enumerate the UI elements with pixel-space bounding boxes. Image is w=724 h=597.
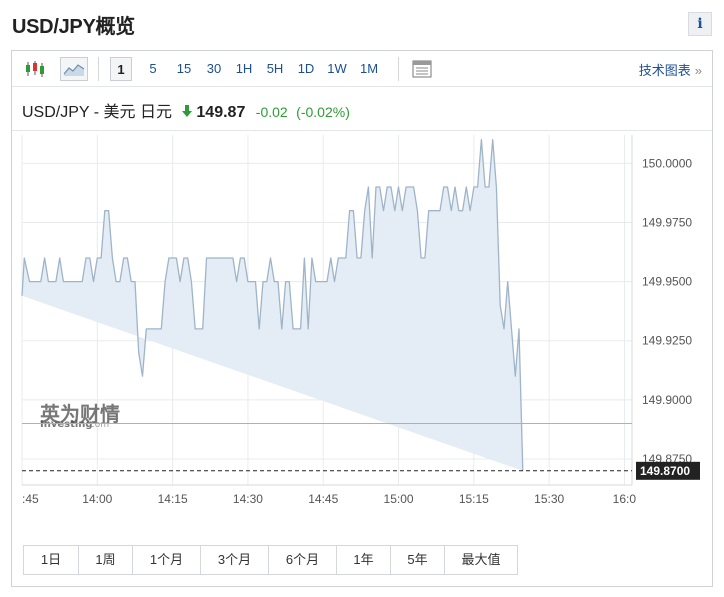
range-6m[interactable]: 6个月 [269, 546, 337, 574]
range-3m[interactable]: 3个月 [201, 546, 269, 574]
x-tick-label: 16:0 [613, 492, 637, 506]
price-chart[interactable]: 英为财情 Investing .com 150.0000 149.9750 149.… [12, 51, 712, 541]
range-1y[interactable]: 1年 [337, 546, 391, 574]
watermark-brand-en: Investing [40, 419, 93, 430]
range-1d[interactable]: 1日 [24, 546, 79, 574]
y-tick-label: 149.9500 [642, 275, 692, 289]
range-max[interactable]: 最大值 [445, 546, 517, 574]
chart-widget: 1 5 15 30 1H 5H 1D 1W 1M 技术图表» USD/JPY -… [11, 50, 713, 587]
x-tick-label: 15:30 [534, 492, 564, 506]
y-tick-label: 149.9750 [642, 216, 692, 230]
x-tick-label: :45 [22, 492, 39, 506]
x-tick-label: 15:00 [384, 492, 414, 506]
watermark-brand-suffix: .com [87, 420, 109, 430]
range-1w[interactable]: 1周 [79, 546, 133, 574]
info-button[interactable]: i [688, 12, 712, 36]
y-tick-label: 150.0000 [642, 156, 692, 170]
range-5y[interactable]: 5年 [391, 546, 445, 574]
current-price-label: 149.8700 [640, 464, 690, 478]
y-tick-label: 149.9250 [642, 334, 692, 348]
x-tick-label: 14:45 [308, 492, 338, 506]
page-title: USD/JPY概览 [12, 16, 135, 38]
x-tick-label: 14:00 [82, 492, 112, 506]
x-tick-label: 15:15 [459, 492, 489, 506]
range-selector: 1日 1周 1个月 3个月 6个月 1年 5年 最大值 [23, 545, 518, 575]
x-tick-label: 14:30 [233, 492, 263, 506]
x-tick-label: 14:15 [158, 492, 188, 506]
range-1m[interactable]: 1个月 [133, 546, 201, 574]
investing-watermark: 英为财情 Investing .com [40, 402, 120, 430]
y-tick-label: 149.9000 [642, 393, 692, 407]
